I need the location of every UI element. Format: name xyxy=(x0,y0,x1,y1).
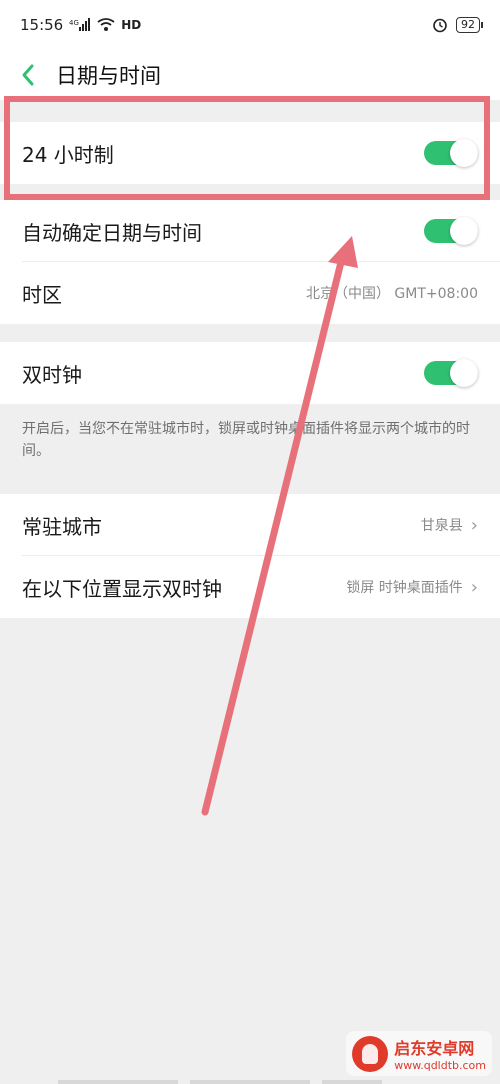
alarm-icon xyxy=(432,17,448,33)
row-dual-clock[interactable]: 双时钟 xyxy=(0,342,500,404)
toggle-auto-datetime[interactable] xyxy=(424,217,478,245)
toggle-knob xyxy=(450,359,478,387)
row-dual-clock-location-value-wrap: 锁屏 时钟桌面插件 › xyxy=(346,577,478,598)
group-auto-datetime: 自动确定日期与时间 时区 北京（中国） GMT+08:00 xyxy=(0,200,500,324)
hd-badge: HD xyxy=(121,18,142,32)
signal-icon: 4G xyxy=(69,18,91,32)
chevron-right-icon: › xyxy=(470,514,478,536)
status-left: 15:56 4G HD xyxy=(20,16,141,34)
watermark-logo-icon xyxy=(352,1035,389,1072)
chevron-right-icon: › xyxy=(470,576,478,598)
toggle-knob xyxy=(450,217,478,245)
row-home-city-value: 甘泉县 xyxy=(420,518,463,534)
status-time: 15:56 xyxy=(20,16,64,34)
row-dual-clock-label: 双时钟 xyxy=(22,362,82,387)
toggle-dual-clock[interactable] xyxy=(424,359,478,387)
row-home-city-value-wrap: 甘泉县 › xyxy=(421,515,478,536)
status-right: 92 xyxy=(432,17,483,33)
watermark-title: 启东安卓网 xyxy=(394,1039,475,1058)
chevron-left-icon xyxy=(22,64,34,86)
group-dual-clock: 双时钟 xyxy=(0,342,500,404)
wifi-icon xyxy=(97,18,115,32)
page-header: 日期与时间 xyxy=(0,50,500,100)
bottom-segment xyxy=(58,1080,178,1084)
row-home-city[interactable]: 常驻城市 甘泉县 › xyxy=(0,494,500,556)
row-auto-datetime[interactable]: 自动确定日期与时间 xyxy=(0,200,500,262)
group-hour-format: 24 小时制 xyxy=(0,122,500,184)
row-dual-clock-location[interactable]: 在以下位置显示双时钟 锁屏 时钟桌面插件 › xyxy=(0,556,500,618)
row-24-hour[interactable]: 24 小时制 xyxy=(0,122,500,184)
dual-clock-note: 开启后，当您不在常驻城市时，锁屏或时钟桌面插件将显示两个城市的时间。 xyxy=(22,421,470,459)
network-label: 4G xyxy=(69,19,79,27)
row-timezone[interactable]: 时区 北京（中国） GMT+08:00 xyxy=(0,262,500,324)
row-24-hour-label: 24 小时制 xyxy=(22,142,114,167)
row-dual-clock-location-label: 在以下位置显示双时钟 xyxy=(22,576,222,601)
watermark-url: www.qdldtb.com xyxy=(394,1059,486,1072)
row-auto-datetime-label: 自动确定日期与时间 xyxy=(22,220,202,245)
row-dual-clock-location-value: 锁屏 时钟桌面插件 xyxy=(346,580,463,596)
row-timezone-label: 时区 xyxy=(22,282,62,307)
back-button[interactable] xyxy=(0,50,56,100)
row-timezone-value: 北京（中国） GMT+08:00 xyxy=(305,286,478,302)
page-title: 日期与时间 xyxy=(56,64,161,88)
toggle-24-hour[interactable] xyxy=(424,139,478,167)
bottom-segment xyxy=(190,1080,310,1084)
battery-indicator: 92 xyxy=(456,17,483,33)
watermark: 启东安卓网 www.qdldtb.com xyxy=(346,1031,492,1076)
watermark-text: 启东安卓网 www.qdldtb.com xyxy=(394,1035,486,1072)
bottom-segment xyxy=(322,1080,382,1084)
row-home-city-label: 常驻城市 xyxy=(22,514,102,539)
toggle-knob xyxy=(450,139,478,167)
group-dual-clock-settings: 常驻城市 甘泉县 › 在以下位置显示双时钟 锁屏 时钟桌面插件 › xyxy=(0,494,500,618)
status-bar: 15:56 4G HD 92 xyxy=(0,0,500,50)
